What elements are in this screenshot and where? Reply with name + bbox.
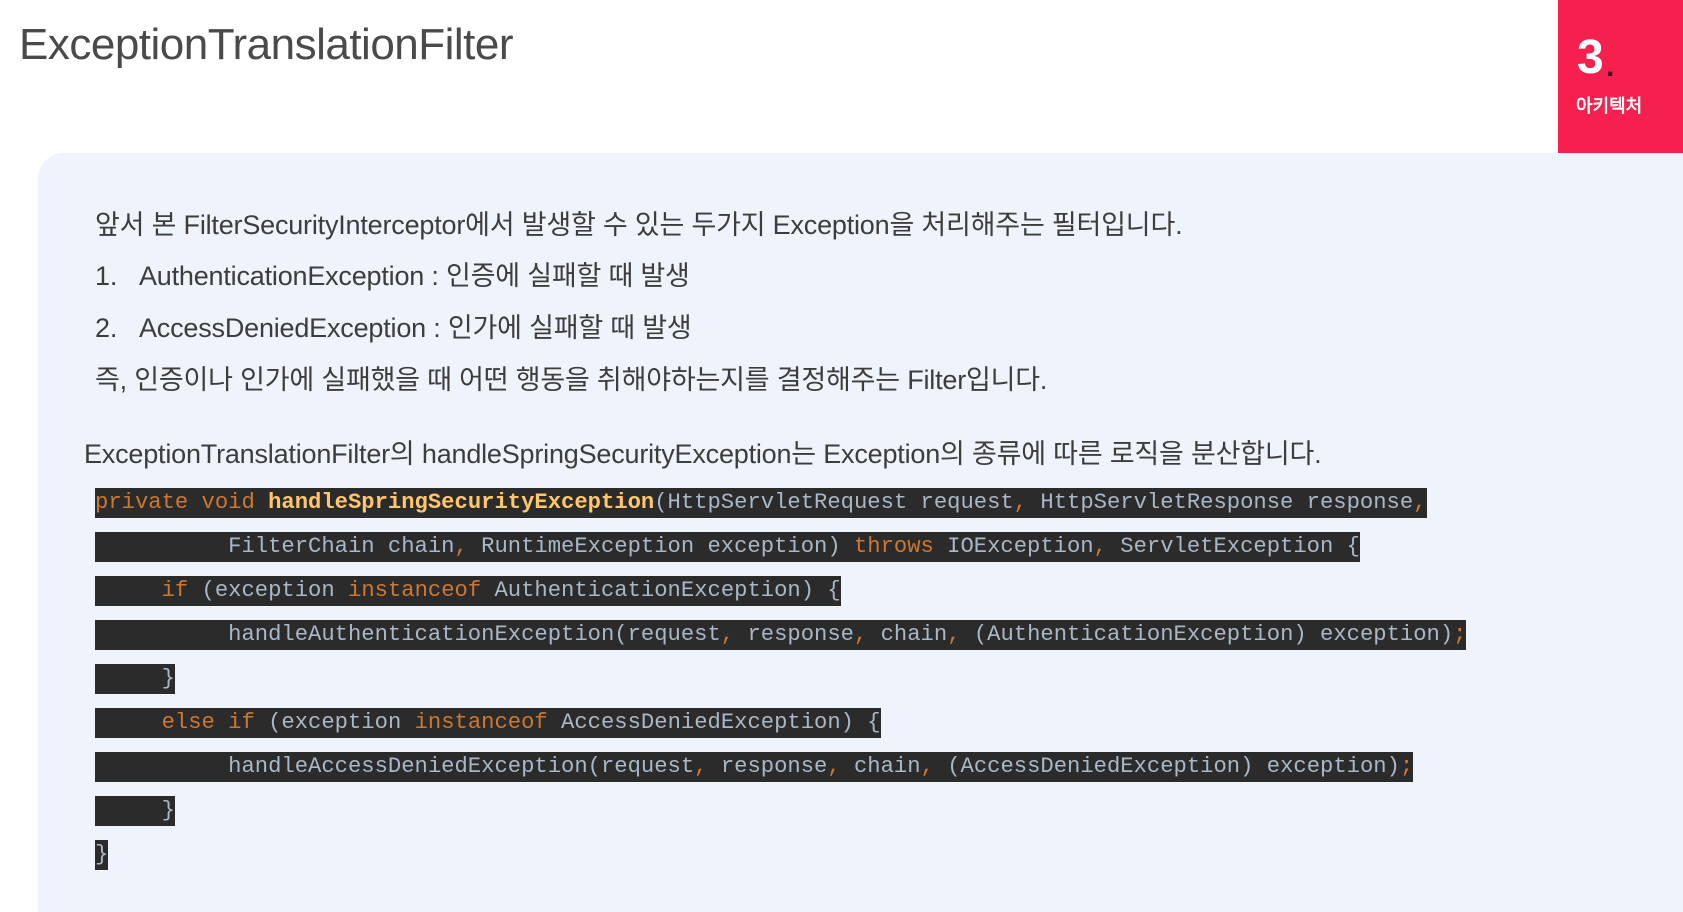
code-line: else if (exception instanceof AccessDeni… bbox=[95, 708, 1466, 752]
code-line-text: } bbox=[95, 840, 109, 870]
code-token: (HttpServletRequest request bbox=[654, 490, 1014, 515]
code-token: AccessDeniedException) { bbox=[561, 710, 881, 735]
code-line: } bbox=[95, 796, 1466, 840]
code-token: chain bbox=[853, 754, 921, 779]
code-token: private void bbox=[95, 490, 269, 515]
code-token: instanceof bbox=[414, 710, 562, 735]
code-token: , bbox=[454, 534, 482, 559]
intro-text: 앞서 본 FilterSecurityInterceptor에서 발생할 수 있… bbox=[95, 210, 1183, 240]
code-token: response bbox=[720, 754, 828, 779]
section-label: 아키텍처 bbox=[1576, 96, 1643, 116]
section-number: 3 bbox=[1577, 31, 1604, 84]
code-token: handleAuthenticationException(request bbox=[95, 622, 721, 647]
code-token: handleSpringSecurityException bbox=[268, 490, 655, 515]
list-number: 1. bbox=[95, 261, 118, 291]
code-token: (exception bbox=[201, 578, 348, 603]
code-token: } bbox=[95, 798, 175, 823]
code-token: instanceof bbox=[348, 578, 495, 603]
code-line: private void handleSpringSecurityExcepti… bbox=[95, 488, 1466, 532]
code-token: (AuthenticationException) exception) bbox=[973, 622, 1454, 647]
code-token: , bbox=[720, 622, 748, 647]
code-token: , bbox=[1413, 490, 1427, 515]
code-line-text: } bbox=[95, 664, 175, 694]
slide-title: ExceptionTranslationFilter bbox=[19, 20, 514, 69]
code-line-text: handleAccessDeniedException(request, res… bbox=[95, 752, 1414, 782]
code-token: , bbox=[694, 754, 721, 779]
code-line: } bbox=[95, 840, 1466, 884]
code-token: , bbox=[853, 622, 881, 647]
summary-text: 즉, 인증이나 인가에 실패했을 때 어떤 행동을 취해야하는지를 결정해주는 … bbox=[95, 365, 1048, 395]
code-token: } bbox=[95, 666, 175, 691]
code-token: throws bbox=[853, 534, 948, 559]
list-item-access-denied: 2. AccessDeniedException : 인가에 실패할 때 발생 bbox=[95, 306, 692, 345]
code-line-text: private void handleSpringSecurityExcepti… bbox=[95, 488, 1427, 518]
code-token: } bbox=[95, 842, 109, 867]
code-token: ServletException { bbox=[1120, 534, 1360, 559]
code-line: handleAccessDeniedException(request, res… bbox=[95, 752, 1466, 796]
code-token: if bbox=[161, 578, 202, 603]
code-token: handleAccessDeniedException(request bbox=[95, 754, 695, 779]
code-block: private void handleSpringSecurityExcepti… bbox=[95, 488, 1467, 884]
list-text: AccessDeniedException : 인가에 실패할 때 발생 bbox=[139, 313, 692, 343]
list-text: AuthenticationException : 인증에 실패할 때 발생 bbox=[139, 261, 690, 291]
section-dot: . bbox=[1606, 50, 1615, 83]
code-line: } bbox=[95, 664, 1466, 708]
code-line-text: handleAuthenticationException(request, r… bbox=[95, 620, 1467, 650]
code-token: ; bbox=[1399, 754, 1414, 779]
code-line-text: else if (exception instanceof AccessDeni… bbox=[95, 708, 881, 738]
code-token: (AccessDeniedException) exception) bbox=[947, 754, 1400, 779]
code-line-text: } bbox=[95, 796, 175, 826]
code-line-text: FilterChain chain, RuntimeException exce… bbox=[95, 532, 1360, 562]
code-token: response bbox=[747, 622, 854, 647]
code-token: chain bbox=[880, 622, 948, 647]
code-token: (exception bbox=[268, 710, 415, 735]
code-token: , bbox=[1013, 490, 1041, 515]
list-item-authentication: 1. AuthenticationException : 인증에 실패할 때 발생 bbox=[95, 254, 690, 293]
code-token: , bbox=[920, 754, 948, 779]
code-token: ; bbox=[1453, 622, 1467, 647]
code-line-text: if (exception instanceof AuthenticationE… bbox=[95, 576, 841, 606]
code-line: FilterChain chain, RuntimeException exce… bbox=[95, 532, 1466, 576]
code-token: HttpServletResponse response bbox=[1040, 490, 1414, 515]
code-token: IOException bbox=[947, 534, 1094, 559]
code-token: AuthenticationException) { bbox=[494, 578, 841, 603]
code-token: , bbox=[1093, 534, 1121, 559]
code-line: if (exception instanceof AuthenticationE… bbox=[95, 576, 1466, 620]
code-intro-text: ExceptionTranslationFilter의 handleSpring… bbox=[84, 439, 1322, 469]
code-token: FilterChain chain bbox=[95, 534, 455, 559]
code-token: RuntimeException exception) bbox=[481, 534, 854, 559]
code-line: handleAuthenticationException(request, r… bbox=[95, 620, 1467, 664]
code-token: , bbox=[947, 622, 974, 647]
list-number: 2. bbox=[95, 313, 118, 343]
code-token: else if bbox=[161, 710, 269, 735]
code-token: , bbox=[827, 754, 854, 779]
